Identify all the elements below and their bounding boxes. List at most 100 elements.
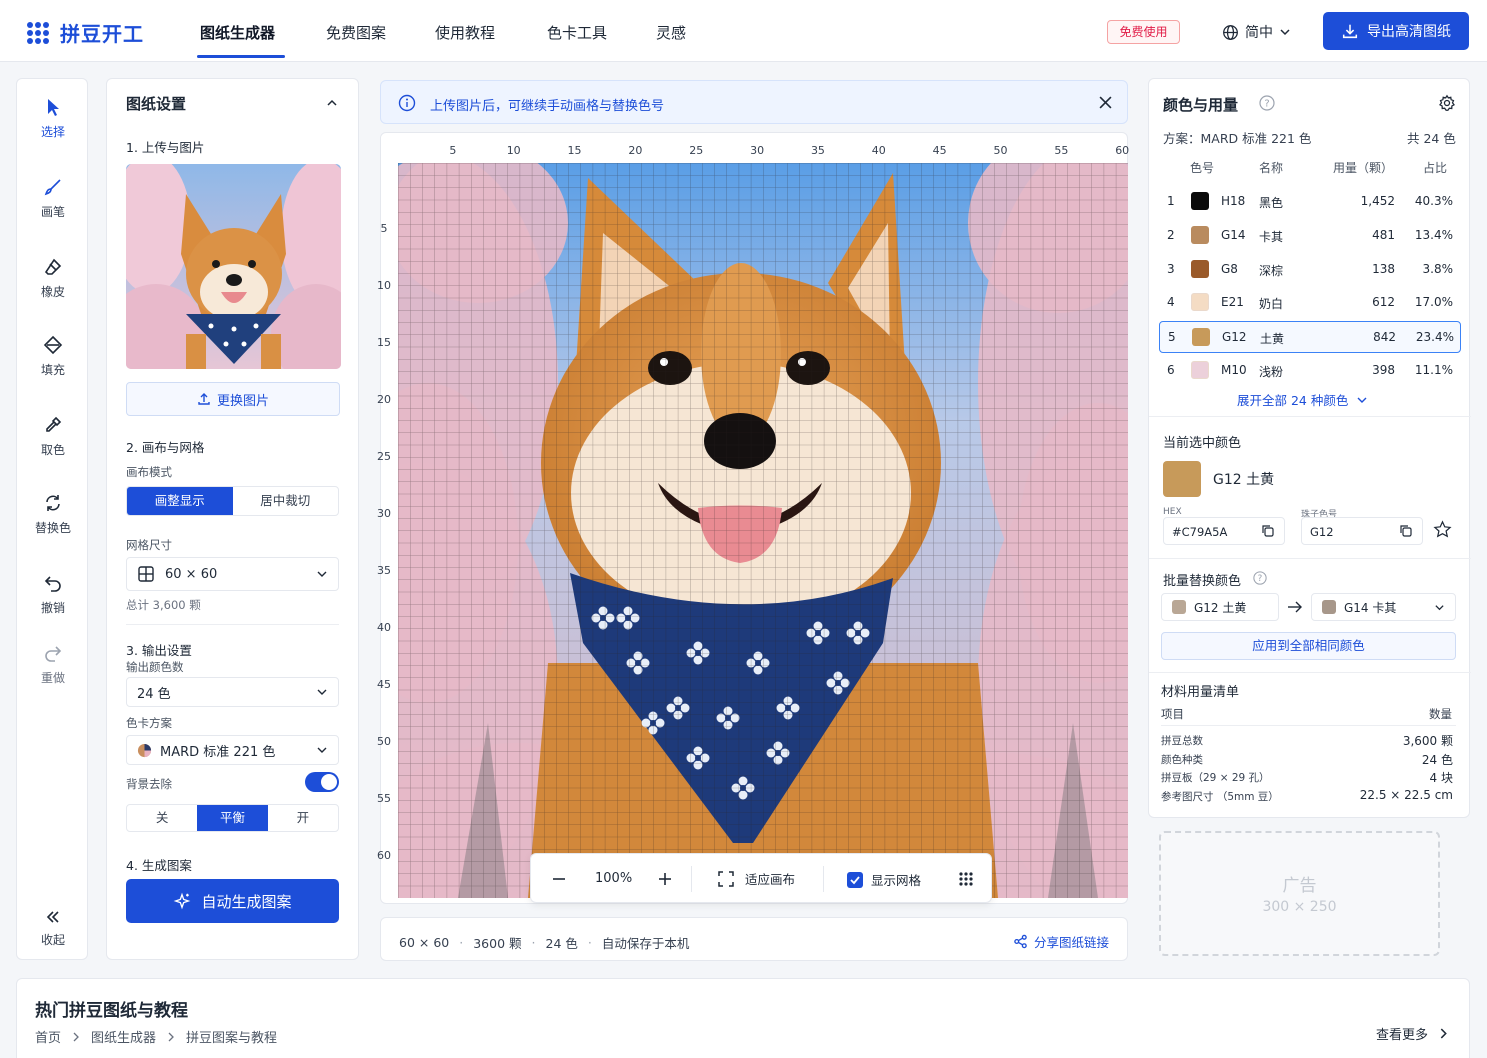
nav-item-tutorials[interactable]: 使用教程 bbox=[435, 22, 495, 43]
materials-title: 材料用量清单 bbox=[1161, 685, 1240, 700]
color-row[interactable]: 3 G8 深棕 138 3.8% bbox=[1159, 254, 1461, 286]
canvas-mode-segmented: 画整显示 居中裁切 bbox=[126, 486, 339, 516]
breadcrumb: 首页 图纸生成器 拼豆图案与教程 bbox=[35, 1027, 277, 1046]
canvas-mode-fit[interactable]: 画整显示 bbox=[127, 487, 233, 515]
bg-remove-label: 背景去除 bbox=[126, 777, 172, 791]
output-colors-select[interactable]: 24 色 bbox=[126, 677, 339, 707]
chevron-up-icon[interactable] bbox=[325, 96, 339, 110]
tool-replace-color[interactable]: 替换色 bbox=[17, 493, 89, 536]
sparkle-icon bbox=[174, 892, 191, 910]
ruler-top: 5 10 15 20 25 30 35 40 45 50 55 60 bbox=[398, 144, 1129, 160]
copy-icon[interactable] bbox=[1261, 524, 1275, 538]
ruler-tick-label: 15 bbox=[567, 144, 582, 157]
zoom-in-icon[interactable] bbox=[657, 871, 673, 887]
info-icon bbox=[398, 94, 416, 112]
bg-level-on[interactable]: 开 bbox=[268, 805, 338, 831]
eyedropper-icon bbox=[46, 416, 62, 432]
canvas-mode-crop[interactable]: 居中裁切 bbox=[233, 487, 339, 515]
collapse-button[interactable]: 收起 bbox=[17, 909, 89, 948]
tool-eyedropper[interactable]: 取色 bbox=[17, 415, 89, 458]
breadcrumb-current[interactable]: 拼豆图案与教程 bbox=[186, 1027, 277, 1046]
ruler-tick-label: 55 bbox=[377, 792, 391, 805]
ruler-tick-label: 10 bbox=[506, 144, 521, 157]
tool-redo[interactable]: 重做 bbox=[17, 643, 89, 686]
hex-value: #C79A5A bbox=[1172, 525, 1228, 539]
bg-remove-toggle[interactable] bbox=[305, 772, 339, 792]
more-dots-icon[interactable] bbox=[958, 871, 974, 887]
nav-item-free-patterns[interactable]: 免费图案 bbox=[326, 22, 386, 43]
tool-fill[interactable]: 填充 bbox=[17, 335, 89, 378]
expand-all-colors-button[interactable]: 展开全部 24 种颜色 bbox=[1237, 390, 1368, 409]
globe-icon bbox=[1223, 24, 1238, 40]
close-icon[interactable] bbox=[1099, 96, 1112, 109]
collapse-label: 收起 bbox=[40, 933, 65, 947]
bead-code-value: G12 bbox=[1310, 525, 1334, 539]
language-selector[interactable]: 简中 bbox=[1222, 22, 1291, 42]
tool-select[interactable]: 选择 bbox=[17, 97, 89, 140]
breadcrumb-home[interactable]: 首页 bbox=[35, 1027, 61, 1046]
copy-icon[interactable] bbox=[1399, 524, 1413, 538]
uploaded-photo-thumbnail bbox=[126, 164, 341, 369]
color-row[interactable]: 4 E21 奶白 612 17.0% bbox=[1159, 287, 1461, 319]
tool-label: 选择 bbox=[40, 125, 65, 139]
bg-level-balanced[interactable]: 平衡 bbox=[197, 805, 268, 831]
tool-label: 取色 bbox=[40, 443, 65, 457]
tool-label: 画笔 bbox=[40, 205, 65, 219]
tool-undo[interactable]: 撤销 bbox=[17, 573, 89, 616]
batch-from-select[interactable]: G12 土黄 bbox=[1161, 593, 1279, 621]
bg-level-off[interactable]: 关 bbox=[127, 805, 197, 831]
replace-color-icon bbox=[46, 495, 60, 511]
ad-placeholder[interactable]: 广告 300 × 250 bbox=[1159, 831, 1440, 956]
help-icon[interactable]: ? bbox=[1253, 571, 1267, 585]
share-link-button[interactable]: 分享图纸链接 bbox=[1013, 932, 1109, 951]
grid-icon bbox=[138, 566, 154, 582]
color-row[interactable]: 6 M10 浅粉 398 11.1% bbox=[1159, 355, 1461, 387]
bead-code-field[interactable]: G12 bbox=[1301, 517, 1423, 545]
palette-select[interactable]: MARD 标准 221 色 bbox=[126, 735, 339, 765]
help-icon[interactable]: ? bbox=[1259, 95, 1275, 111]
gear-icon[interactable] bbox=[1438, 94, 1456, 112]
grid-size-select[interactable]: 60 × 60 bbox=[126, 557, 339, 591]
apply-all-button[interactable]: 应用到全部相同颜色 bbox=[1161, 632, 1456, 660]
star-icon[interactable] bbox=[1433, 520, 1452, 539]
color-row[interactable]: 5 G12 土黄 842 23.4% bbox=[1159, 321, 1461, 354]
zoom-out-icon[interactable] bbox=[551, 871, 567, 887]
status-info: 60 × 60 · 3600 颗 · 24 色 · 自动保存于本机 bbox=[399, 933, 689, 952]
ruler-tick-label: 35 bbox=[377, 564, 391, 577]
header-name: 名称 bbox=[1259, 161, 1284, 175]
fit-canvas-button[interactable]: 适应画布 bbox=[717, 869, 795, 888]
show-grid-checkbox[interactable]: 显示网格 bbox=[847, 870, 921, 889]
export-hd-button[interactable]: 导出高清图纸 bbox=[1323, 12, 1469, 50]
batch-to-select[interactable]: G14 卡其 bbox=[1311, 593, 1456, 621]
ruler-tick-label: 10 bbox=[377, 279, 391, 292]
material-value: 24 色 bbox=[1421, 752, 1453, 767]
divider bbox=[1149, 672, 1471, 673]
row-name: 浅粉 bbox=[1259, 365, 1284, 379]
nav-item-generator[interactable]: 图纸生成器 bbox=[200, 22, 275, 43]
tool-sidebar: 选择 画笔 橡皮 填充 取色 替换色 撤销 重做 收起 bbox=[16, 78, 88, 960]
brand-logo[interactable]: 拼豆开工 bbox=[26, 18, 144, 47]
material-item: 颜色种类 bbox=[1161, 753, 1203, 766]
ruler-tick-label: 25 bbox=[377, 450, 391, 463]
ruler-tick-label: 50 bbox=[377, 735, 391, 748]
ad-size: 300 × 250 bbox=[1262, 899, 1337, 915]
replace-image-label: 更换图片 bbox=[216, 393, 269, 409]
auto-generate-button[interactable]: 自动生成图案 bbox=[126, 879, 339, 923]
language-label: 简中 bbox=[1245, 25, 1273, 41]
export-label: 导出高清图纸 bbox=[1367, 24, 1451, 40]
tool-brush[interactable]: 画笔 bbox=[17, 177, 89, 220]
view-more-link[interactable]: 查看更多 bbox=[1376, 1024, 1449, 1043]
ruler-tick-label: 55 bbox=[1054, 144, 1069, 157]
color-row[interactable]: 2 G14 卡其 481 13.4% bbox=[1159, 220, 1461, 252]
nav-item-inspiration[interactable]: 灵感 bbox=[656, 22, 686, 43]
ad-title: 广告 bbox=[1282, 876, 1317, 896]
breadcrumb-generator[interactable]: 图纸生成器 bbox=[91, 1027, 156, 1046]
tool-label: 橡皮 bbox=[40, 285, 65, 299]
nav-item-color-tools[interactable]: 色卡工具 bbox=[547, 22, 607, 43]
replace-image-button[interactable]: 更换图片 bbox=[126, 382, 340, 416]
color-row[interactable]: 1 H18 黑色 1,452 40.3% bbox=[1159, 186, 1461, 218]
bead-pattern-canvas[interactable] bbox=[398, 163, 1128, 898]
hex-field[interactable]: #C79A5A bbox=[1163, 517, 1285, 545]
tool-eraser[interactable]: 橡皮 bbox=[17, 257, 89, 300]
separator: · bbox=[531, 935, 536, 950]
